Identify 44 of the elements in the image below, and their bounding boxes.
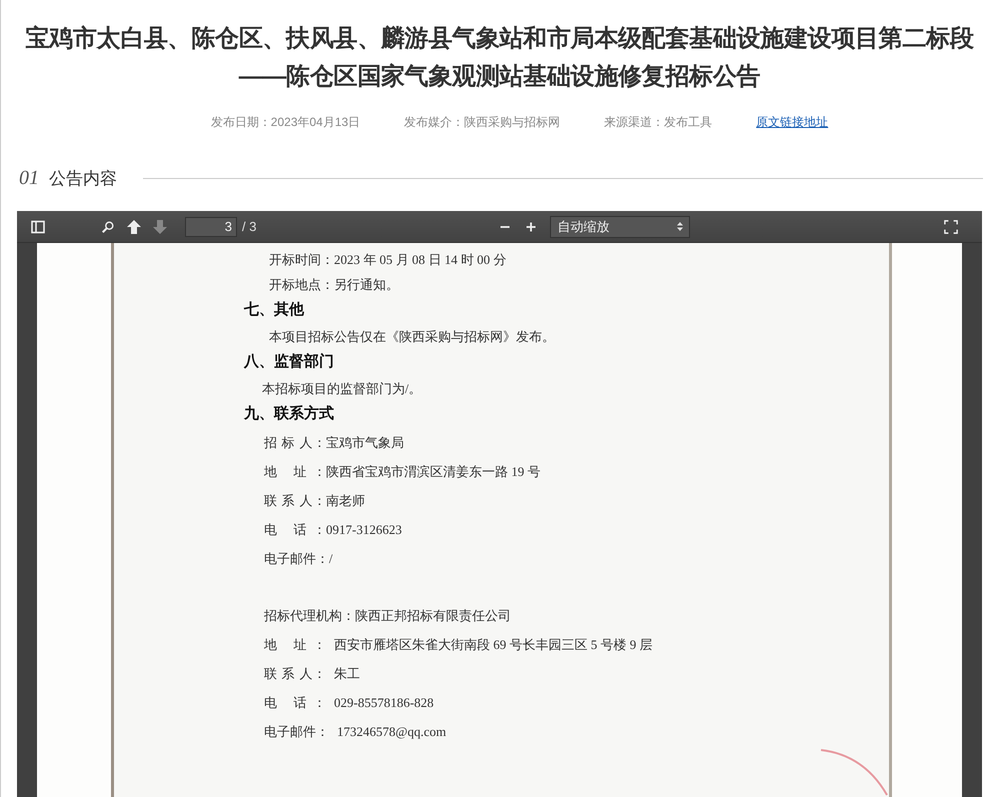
document-heading: 八、监督部门 [242,352,335,372]
field-label: 联 系 人： [264,492,326,510]
field-value: / [329,550,333,568]
field-label: 电子邮件： [264,550,329,568]
document-text: 本招标项目的监督部门为/。 [261,380,423,398]
sidebar-icon [30,218,46,234]
fullscreen-icon [944,220,958,234]
field-label: 电 话： [264,521,326,539]
plus-icon [525,220,538,232]
zoom-select[interactable]: 自动缩放 [550,216,690,238]
field-label: 地 址： [264,636,326,654]
document-text: 开标时间：2023 年 05 月 08 日 14 时 00 分 [268,251,508,269]
document-heading: 七、其他 [242,300,305,320]
meta-text: 来源渠道：发布工具 [604,114,712,131]
field-value: 029-85578186-828 [334,694,434,712]
field-label: 招标代理机构： [264,607,355,625]
source-link[interactable]: 原文链接地址 [756,114,828,131]
search-icon [101,220,115,234]
meta-text: 发布日期：2023年04月13日 [210,114,360,131]
field-value: 朱工 [334,665,360,683]
field-value: 西安市雁塔区朱雀大街南段 69 号长丰园三区 5 号楼 9 层 [334,636,652,654]
arrow-up-icon [126,218,142,234]
updown-caret-icon [677,222,684,231]
field-label: 电 话： [264,694,326,712]
field-value: 0917-3126623 [326,521,402,539]
meta-text: 发布媒介：陕西采购与招标网 [404,114,560,131]
document-heading: 九、联系方式 [242,404,335,424]
page-number-field[interactable]: 3 [185,216,237,236]
field-value: 173246578@qq.com [337,723,446,741]
section-number: 01 [19,167,39,190]
field-label: 联 系 人： [264,665,326,683]
field-value: 陕西省宝鸡市渭滨区清姜东一路 19 号 [326,463,540,481]
field-value: 陕西正邦招标有限责任公司 [355,607,511,625]
page-title: 宝鸡市太白县、陈仓区、扶风县、麟游县气象站和市局本级配套基础设施建设项目第二标段——陈仓区国家气象观测站基础设施修复招标公告 [24,24,975,92]
field-value: 宝鸡市气象局 [326,434,404,452]
field-label: 地 址： [264,463,326,481]
arrow-down-icon [152,218,168,234]
field-label: 电子邮件： [264,723,329,741]
document-text: 本项目招标公告仅在《陕西采购与招标网》发布。 [268,328,556,346]
document-text: 开标地点：另行通知。 [268,276,400,294]
section-title: 公告内容 [49,168,117,190]
field-value: 南老师 [326,492,365,510]
page-count: / 3 [242,219,256,234]
field-label: 招 标 人： [264,434,326,452]
